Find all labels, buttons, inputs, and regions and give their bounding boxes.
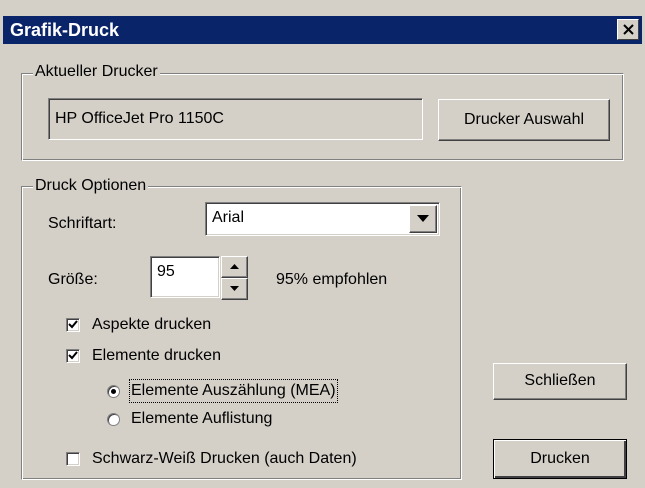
size-decrement-button[interactable] bbox=[221, 278, 248, 300]
element-list-radio[interactable] bbox=[107, 413, 120, 426]
print-button[interactable]: Drucken bbox=[493, 439, 627, 479]
chevron-down-icon bbox=[417, 215, 429, 222]
chevron-down-icon bbox=[230, 286, 239, 291]
font-label: Schriftart: bbox=[48, 215, 117, 232]
print-aspects-checkbox[interactable] bbox=[66, 318, 80, 332]
checkmark-icon bbox=[68, 351, 78, 360]
element-list-label[interactable]: Elemente Auflistung bbox=[131, 409, 272, 429]
print-dialog: Grafik-Druck Aktueller Drucker HP Office… bbox=[0, 0, 645, 488]
close-icon bbox=[623, 24, 634, 35]
current-printer-legend: Aktueller Drucker bbox=[33, 63, 160, 81]
size-increment-button[interactable] bbox=[221, 256, 248, 278]
bw-print-label[interactable]: Schwarz-Weiß Drucken (auch Daten) bbox=[92, 449, 357, 469]
print-elements-checkbox[interactable] bbox=[66, 349, 80, 363]
print-aspects-label[interactable]: Aspekte drucken bbox=[92, 315, 211, 335]
chevron-up-icon bbox=[230, 264, 239, 269]
font-dropdown-button[interactable] bbox=[409, 205, 437, 233]
window-title: Grafik-Druck bbox=[10, 20, 120, 40]
select-printer-button[interactable]: Drucker Auswahl bbox=[438, 99, 610, 141]
title-bar[interactable]: Grafik-Druck bbox=[3, 16, 642, 44]
element-count-radio[interactable] bbox=[107, 385, 120, 398]
element-count-label[interactable]: Elemente Auszählung (MEA) bbox=[129, 379, 338, 403]
bw-print-checkbox[interactable] bbox=[66, 452, 80, 466]
current-printer-field: HP OfficeJet Pro 1150C bbox=[48, 98, 423, 140]
font-select[interactable]: Arial bbox=[205, 202, 440, 236]
radio-selected-dot bbox=[111, 389, 116, 394]
size-hint: 95% empfohlen bbox=[276, 271, 388, 288]
close-window-button[interactable] bbox=[617, 19, 639, 40]
size-input[interactable]: 95 bbox=[150, 256, 220, 298]
size-label: Größe: bbox=[48, 271, 98, 288]
checkmark-icon bbox=[68, 320, 78, 329]
print-elements-label[interactable]: Elemente drucken bbox=[92, 346, 221, 366]
print-options-legend: Druck Optionen bbox=[33, 177, 149, 195]
close-button[interactable]: Schließen bbox=[493, 363, 627, 400]
